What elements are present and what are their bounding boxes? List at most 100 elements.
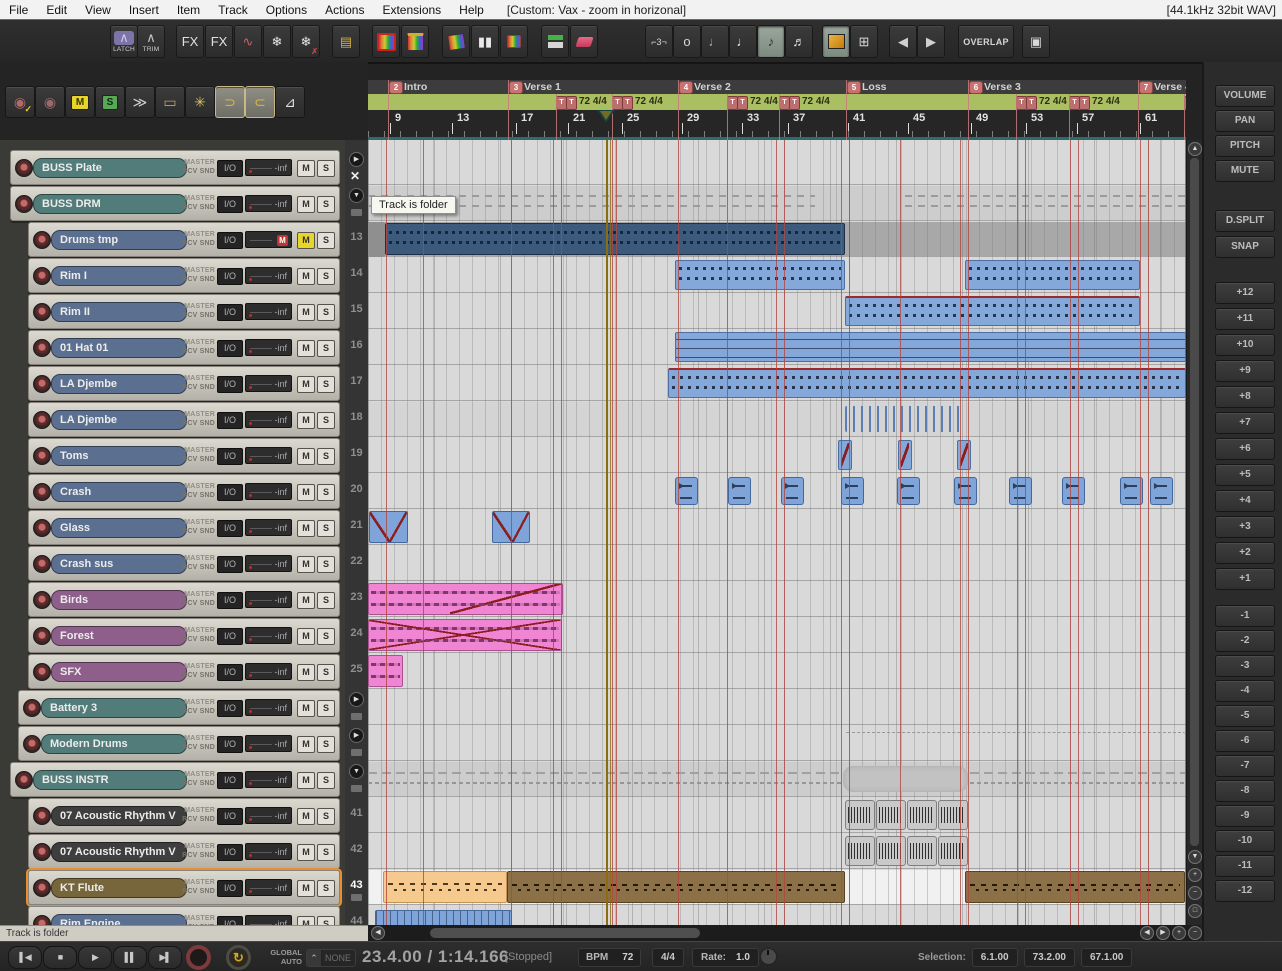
- media-item-wave[interactable]: [938, 800, 968, 830]
- menu-edit[interactable]: Edit: [37, 3, 76, 17]
- vscroll-button-icon[interactable]: □: [1188, 904, 1202, 918]
- solo-button[interactable]: S: [317, 304, 335, 321]
- media-item-midi-dense[interactable]: [845, 296, 1140, 326]
- pitch-4-button[interactable]: +4: [1215, 490, 1275, 512]
- pitch-2-button[interactable]: +2: [1215, 542, 1275, 564]
- hscroll-handle[interactable]: [430, 928, 700, 938]
- toolbar-media-folder-button[interactable]: ▤: [332, 25, 360, 58]
- media-item-wave[interactable]: [876, 836, 906, 866]
- pitch-1-button[interactable]: -1: [1215, 605, 1275, 627]
- volume-fader[interactable]: -inf: [245, 447, 292, 464]
- tempo-marker[interactable]: T: [789, 96, 800, 110]
- vscroll-handle[interactable]: [1190, 158, 1199, 846]
- tracktool-rec-arm-check-button[interactable]: ◉ ✓: [5, 86, 35, 118]
- mute-button[interactable]: M: [297, 808, 315, 825]
- timeline-ruler[interactable]: 913172125293337414549535761652Intro3Vers…: [368, 80, 1186, 140]
- record-button[interactable]: [186, 945, 211, 970]
- selection-length[interactable]: 67.1.00: [1080, 948, 1133, 967]
- track-header-07-acoustic-rhythm-v[interactable]: 07 Acoustic Rhythm V MASTER RCV SND I/O -inf…: [28, 834, 340, 869]
- pitch-7-button[interactable]: +7: [1215, 412, 1275, 434]
- volume-fader[interactable]: -inf: [245, 195, 292, 212]
- solo-button[interactable]: S: [317, 664, 335, 681]
- volume-fader[interactable]: -inf: [245, 771, 292, 788]
- io-button[interactable]: I/O: [217, 880, 243, 897]
- track-name[interactable]: BUSS DRM: [33, 194, 187, 214]
- selection-end[interactable]: 73.2.00: [1023, 948, 1075, 967]
- solo-button[interactable]: S: [317, 556, 335, 573]
- media-item-ghost-line[interactable]: [385, 702, 1185, 704]
- folder-collapse-icon[interactable]: ▼: [349, 188, 364, 203]
- track-name[interactable]: Battery 3: [41, 698, 187, 718]
- track-header-rim-ii[interactable]: Rim II MASTER RCV SND I/O -inf M S: [28, 294, 340, 329]
- track-header-toms[interactable]: Toms MASTER RCV SND I/O -inf M S: [28, 438, 340, 473]
- toolbar-split-items-button[interactable]: ▮▮: [471, 25, 499, 58]
- record-arm-button[interactable]: [15, 159, 33, 177]
- mute-button[interactable]: M: [297, 520, 315, 537]
- toolbar-nav-next-button[interactable]: ▶: [917, 25, 945, 58]
- media-item-wave[interactable]: [938, 836, 968, 866]
- tracktool-envelope-points-button[interactable]: ▭: [155, 86, 185, 118]
- rate-value[interactable]: 1.0: [736, 952, 750, 963]
- track-name[interactable]: Forest: [51, 626, 187, 646]
- io-button[interactable]: I/O: [217, 412, 243, 429]
- toolbar-media-explorer-button[interactable]: [822, 25, 850, 58]
- media-item-crash[interactable]: [728, 477, 751, 505]
- solo-button[interactable]: S: [317, 736, 335, 753]
- stop-button[interactable]: ■: [43, 946, 77, 969]
- solo-button[interactable]: S: [317, 592, 335, 609]
- media-item-midi-dense[interactable]: [965, 260, 1140, 290]
- toolbar-item-color-fill-button[interactable]: [372, 25, 400, 58]
- record-arm-button[interactable]: [15, 771, 33, 789]
- record-arm-button[interactable]: [33, 231, 51, 249]
- mute-button[interactable]: M: [297, 772, 315, 789]
- folder-expand-icon[interactable]: ▶: [349, 692, 364, 707]
- vertical-scrollbar[interactable]: ▲ ▼ + − □: [1186, 140, 1203, 925]
- record-arm-button[interactable]: [33, 915, 51, 925]
- media-item-wave[interactable]: [907, 836, 937, 866]
- io-button[interactable]: I/O: [217, 304, 243, 321]
- toolbar-track-fx-button[interactable]: FX: [205, 25, 233, 58]
- media-item-crash[interactable]: [1009, 477, 1032, 505]
- mute-button[interactable]: M: [297, 268, 315, 285]
- record-arm-button[interactable]: [23, 699, 41, 717]
- media-item-flute-brown[interactable]: [965, 871, 1185, 903]
- mute-button[interactable]: M: [297, 736, 315, 753]
- pitch-6-button[interactable]: +6: [1215, 438, 1275, 460]
- vscroll-button-icon[interactable]: −: [1188, 886, 1202, 900]
- volume-fader[interactable]: -inf: [245, 627, 292, 644]
- toolbar-eraser-button[interactable]: [570, 25, 598, 58]
- tracktool-fade-curve-left-button[interactable]: ⊃: [215, 86, 245, 118]
- toolbar-grid-half-note-button[interactable]: ♩: [701, 25, 729, 58]
- track-header-sfx[interactable]: SFX MASTER RCV SND I/O -inf M S: [28, 654, 340, 689]
- solo-button[interactable]: S: [317, 628, 335, 645]
- volume-fader[interactable]: -inf: [245, 411, 292, 428]
- marker-lane[interactable]: [368, 80, 1186, 94]
- horizontal-scrollbar[interactable]: ◀ ◀ ▶ + −: [368, 925, 1202, 941]
- folder-expand-icon[interactable]: ▶: [349, 152, 364, 167]
- media-item-wave[interactable]: [907, 800, 937, 830]
- goto-end-button[interactable]: ▶▌: [148, 946, 182, 969]
- media-item-wave[interactable]: [876, 800, 906, 830]
- track-header-buss-plate[interactable]: BUSS Plate MASTER RCV SND I/O -inf M S: [10, 150, 340, 185]
- track-header-birds[interactable]: Birds MASTER RCV SND I/O -inf M S: [28, 582, 340, 617]
- mute-button[interactable]: M: [297, 880, 315, 897]
- mute-button[interactable]: M: [297, 592, 315, 609]
- track-header-glass[interactable]: Glass MASTER RCV SND I/O -inf M S: [28, 510, 340, 545]
- play-button[interactable]: ▶: [78, 946, 112, 969]
- bpm-control[interactable]: BPM 72: [578, 948, 642, 967]
- volume-fader[interactable]: -inf: [245, 915, 292, 925]
- io-button[interactable]: I/O: [217, 664, 243, 681]
- solo-button[interactable]: S: [317, 232, 335, 249]
- volume-fader[interactable]: -inf: [245, 375, 292, 392]
- volume-fader[interactable]: -inf: [245, 807, 292, 824]
- volume-fader[interactable]: -inf: [245, 483, 292, 500]
- track-header-modern-drums[interactable]: Modern Drums MASTER RCV SND I/O -inf M S: [18, 726, 340, 761]
- track-name[interactable]: LA Djembe: [51, 374, 187, 394]
- mute-button[interactable]: M: [297, 304, 315, 321]
- marker-flag-3[interactable]: 3: [509, 81, 523, 94]
- menu-track[interactable]: Track: [209, 3, 257, 17]
- track-header-crash-sus[interactable]: Crash sus MASTER RCV SND I/O -inf M S: [28, 546, 340, 581]
- volume-fader[interactable]: -inf: [245, 303, 292, 320]
- io-button[interactable]: I/O: [217, 808, 243, 825]
- pitch-12-button[interactable]: +12: [1215, 282, 1275, 304]
